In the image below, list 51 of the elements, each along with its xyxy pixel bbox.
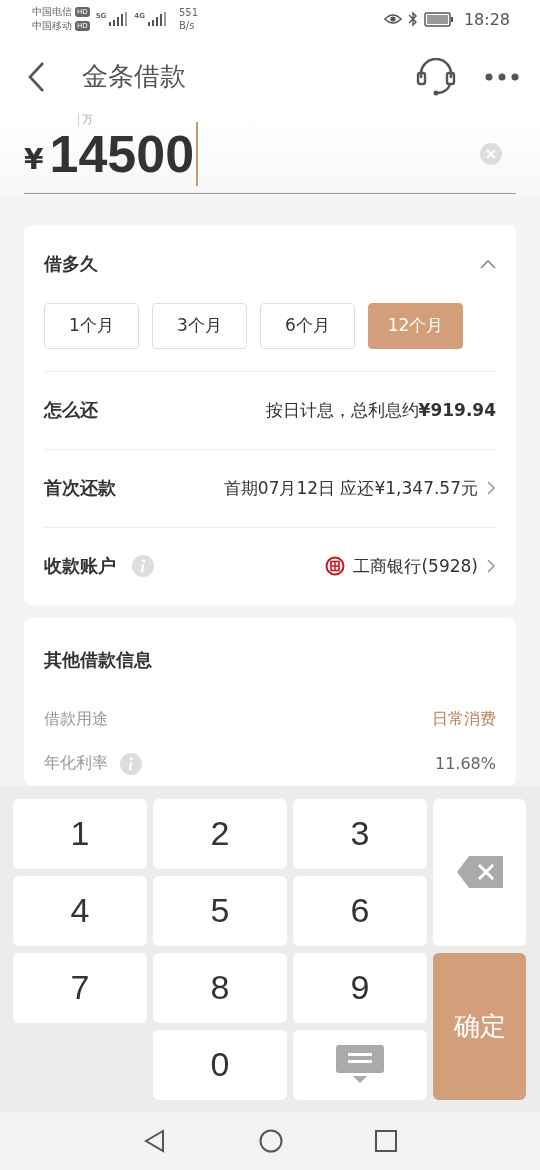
info-value: 日常消费	[432, 709, 496, 731]
row-label: 首次还款	[44, 476, 116, 501]
digit-key[interactable]: 2	[153, 798, 287, 869]
term-option[interactable]: 3个月	[152, 302, 247, 349]
digit-key[interactable]: 8	[153, 952, 287, 1023]
bank-logo-icon	[325, 556, 346, 577]
section-title: 其他借款信息	[44, 647, 153, 672]
digit-key[interactable]: 4	[13, 875, 147, 946]
delete-key[interactable]	[433, 798, 526, 946]
backspace-icon	[456, 856, 503, 889]
row-value: 工商银行(5928)	[353, 554, 478, 578]
bluetooth-icon	[407, 11, 418, 28]
more-icon[interactable]	[484, 71, 520, 82]
section-title: 借多久	[44, 251, 98, 276]
clock: 18:28	[463, 9, 510, 29]
digit-key[interactable]: 1	[13, 798, 147, 869]
page-title: 金条借款	[82, 60, 186, 94]
home-nav-icon[interactable]	[259, 1128, 283, 1153]
digit-key[interactable]: 3	[293, 798, 427, 869]
row-value: 首期07月12日 应还¥1,347.57元	[223, 476, 478, 500]
digit-key[interactable]: 7	[13, 952, 147, 1023]
digit-key[interactable]: 5	[153, 875, 287, 946]
signal-icon	[108, 12, 129, 27]
row-label: 收款账户	[44, 554, 116, 579]
unit-hint: 万	[78, 112, 93, 126]
digit-key[interactable]: 6	[293, 875, 427, 946]
term-option[interactable]: 1个月	[44, 302, 139, 349]
chevron-right-icon[interactable]	[486, 558, 496, 575]
info-value: 11.68%	[435, 754, 496, 774]
row-label: 怎么还	[44, 398, 98, 423]
term-option[interactable]: 6个月	[260, 302, 355, 349]
speed-unit: B/s	[178, 19, 196, 33]
hide-keyboard-button[interactable]	[293, 1029, 427, 1100]
chevron-right-icon[interactable]	[486, 480, 496, 497]
carrier-name: 中国移动	[32, 19, 72, 34]
battery-icon	[423, 11, 454, 27]
network-speed: 551	[178, 6, 198, 20]
collapse-icon[interactable]	[480, 258, 496, 269]
digit-key[interactable]: 9	[293, 952, 427, 1023]
signal-icon	[146, 12, 167, 27]
back-nav-icon[interactable]	[143, 1128, 167, 1153]
info-label: 年化利率	[44, 753, 108, 775]
row-value: 按日计息，总利息约¥919.94	[265, 398, 496, 422]
recents-nav-icon[interactable]	[375, 1129, 397, 1152]
headset-icon[interactable]	[416, 57, 456, 96]
digit-key[interactable]: 0	[153, 1029, 287, 1100]
back-icon[interactable]	[26, 60, 46, 93]
keyboard-hide-icon	[336, 1044, 384, 1085]
eye-icon	[383, 13, 402, 26]
carrier-name: 中国电信	[32, 5, 72, 20]
info-label: 借款用途	[44, 709, 108, 731]
